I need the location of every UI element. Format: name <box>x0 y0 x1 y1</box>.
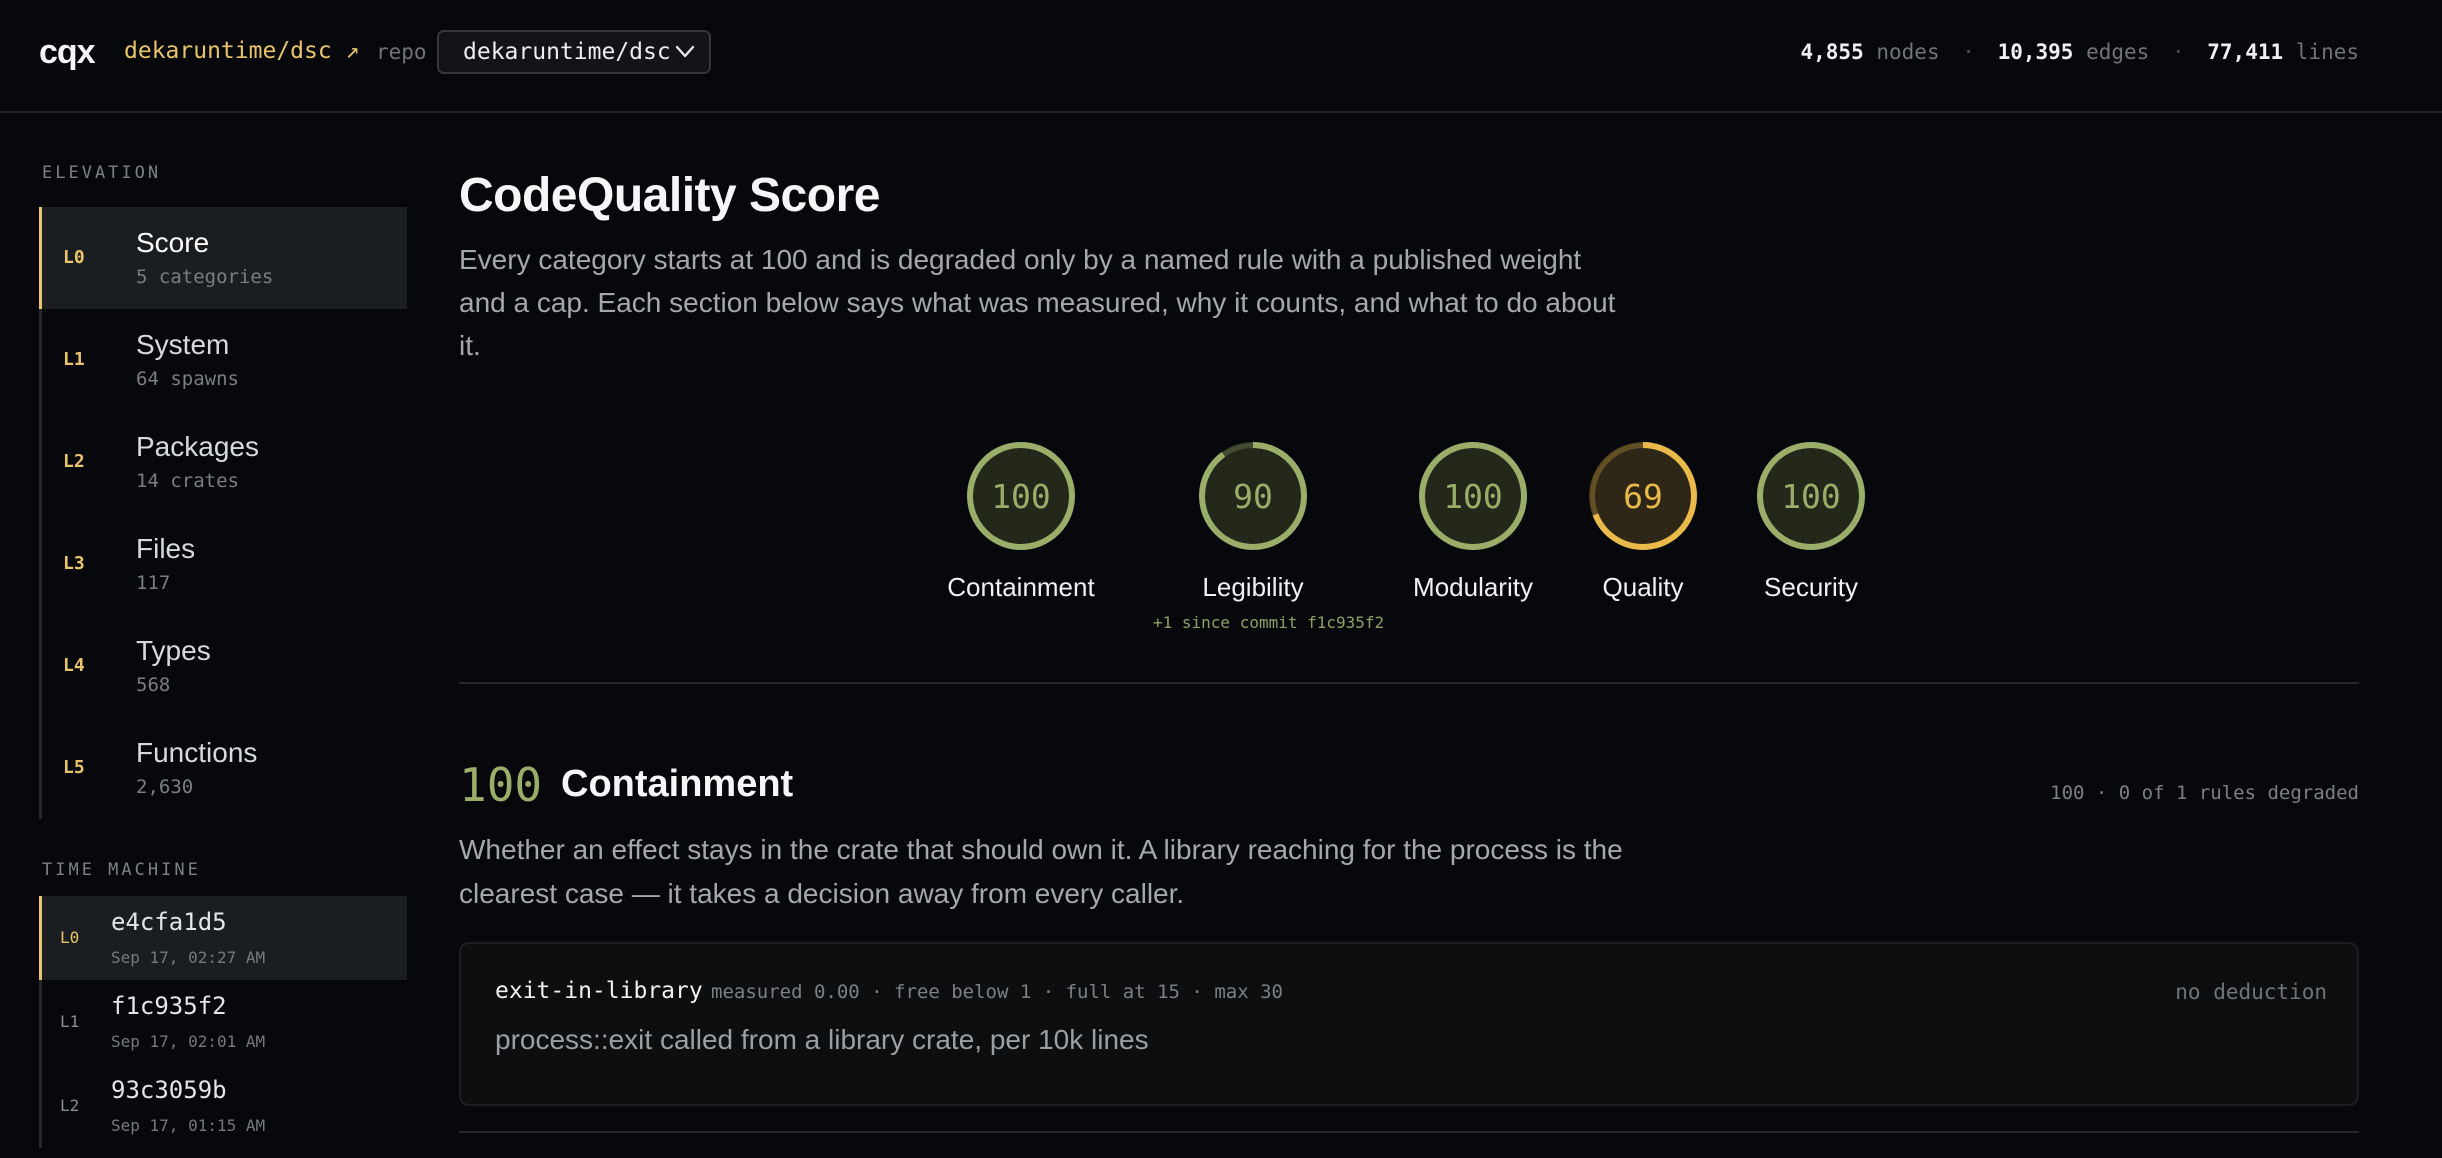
elevation-level: L5 <box>63 757 85 778</box>
chevron-down-icon <box>675 45 695 58</box>
time-machine-heading: TIME MACHINE <box>42 860 201 880</box>
page-title: CodeQuality Score <box>459 169 880 222</box>
elevation-item-system[interactable]: L1 System 64 spawns <box>39 309 407 411</box>
section-score: 100 <box>459 758 543 812</box>
elevation-name: System <box>136 329 230 360</box>
elevation-item-functions[interactable]: L5 Functions 2,630 <box>39 717 407 819</box>
score-ring: 100 <box>1419 442 1527 550</box>
elevation-item-files[interactable]: L3 Files 117 <box>39 513 407 615</box>
elevation-sub: 5 categories <box>136 266 274 288</box>
elevation-level: L2 <box>63 451 85 472</box>
app-logo[interactable]: cqx <box>39 33 96 72</box>
rule-description: process::exit called from a library crat… <box>495 1024 1149 1055</box>
commit-hash: f1c935f2 <box>111 992 227 1020</box>
commit-hash: 93c3059b <box>111 1076 227 1104</box>
lines-count: 77,411 <box>2207 40 2284 64</box>
elevation-sub: 64 spawns <box>136 368 239 390</box>
divider <box>459 1131 2359 1133</box>
elevation-name: Files <box>136 533 196 564</box>
time-machine-list: L0 e4cfa1d5 Sep 17, 02:27 AM L1 f1c935f2… <box>39 896 407 1148</box>
gauge-score: 69 <box>1623 477 1663 516</box>
gauge-label: Security <box>1764 572 1858 602</box>
gauge-change-note: +1 since commit f1c935f2 <box>1153 613 1385 632</box>
elevation-item-score[interactable]: L0 Score 5 categories <box>39 207 407 309</box>
elevation-name: Types <box>136 635 211 666</box>
score-ring: 90 <box>1199 442 1307 550</box>
section-rule-summary: 100 · 0 of 1 rules degraded <box>2050 782 2359 804</box>
elevation-level: L4 <box>63 655 85 676</box>
divider <box>459 682 2359 684</box>
gauge-legibility[interactable]: 90 Legibility +1 since commit f1c935f2 <box>1153 438 1385 632</box>
commit-level: L0 <box>60 928 80 947</box>
section-description: Whether an effect stays in the crate tha… <box>459 834 1623 909</box>
gauge-security[interactable]: 100 Security <box>1711 438 1911 603</box>
stats-separator: · <box>1962 40 1975 64</box>
repo-select-value: dekaruntime/dsc <box>463 39 671 65</box>
rule-status: no deduction <box>2175 980 2327 1004</box>
score-ring: 100 <box>967 442 1075 550</box>
commit-hash: e4cfa1d5 <box>111 908 227 936</box>
nodes-label: nodes <box>1876 40 1940 64</box>
commit-time: Sep 17, 02:27 AM <box>111 948 266 967</box>
commit-item[interactable]: L0 e4cfa1d5 Sep 17, 02:27 AM <box>39 896 407 980</box>
commit-level: L2 <box>60 1096 80 1115</box>
edges-label: edges <box>2086 40 2150 64</box>
gauge-score: 90 <box>1233 477 1273 516</box>
edges-count: 10,395 <box>1997 40 2074 64</box>
gauge-score: 100 <box>1781 477 1841 516</box>
elevation-item-packages[interactable]: L2 Packages 14 crates <box>39 411 407 513</box>
elevation-sub: 2,630 <box>136 776 194 798</box>
elevation-list: L0 Score 5 categories L1 System 64 spawn… <box>39 207 407 819</box>
commit-level: L1 <box>60 1012 80 1031</box>
rule-name: exit-in-library <box>495 978 703 1004</box>
elevation-level: L1 <box>63 349 85 370</box>
nodes-count: 4,855 <box>1800 40 1864 64</box>
rule-params: measured 0.00 · free below 1 · full at 1… <box>711 981 1283 1003</box>
page-description: Every category starts at 100 and is degr… <box>459 244 1616 361</box>
elevation-heading: ELEVATION <box>42 163 162 183</box>
commit-time: Sep 17, 02:01 AM <box>111 1032 266 1051</box>
elevation-name: Packages <box>136 431 259 462</box>
elevation-level: L3 <box>63 553 85 574</box>
gauge-score: 100 <box>1443 477 1503 516</box>
gauge-label: Containment <box>947 572 1095 602</box>
top-bar: cqx dekaruntime/dsc ↗ repo dekaruntime/d… <box>0 0 2442 113</box>
commit-item[interactable]: L2 93c3059b Sep 17, 01:15 AM <box>39 1064 407 1148</box>
repo-select[interactable]: dekaruntime/dsc <box>437 30 711 74</box>
repo-external-link[interactable]: dekaruntime/dsc ↗ <box>124 38 359 64</box>
rule-card[interactable]: exit-in-library measured 0.00 · free bel… <box>459 942 2359 1106</box>
score-ring: 100 <box>1757 442 1865 550</box>
elevation-sub: 117 <box>136 572 171 594</box>
elevation-name: Functions <box>136 737 258 768</box>
gauge-containment[interactable]: 100 Containment <box>921 438 1121 603</box>
repo-label: repo <box>376 40 427 64</box>
elevation-name: Score <box>136 227 210 258</box>
elevation-item-types[interactable]: L4 Types 568 <box>39 615 407 717</box>
repo-stats: 4,855 nodes · 10,395 edges · 77,411 line… <box>1801 40 2360 64</box>
commit-time: Sep 17, 01:15 AM <box>111 1116 266 1135</box>
section-title: Containment <box>561 763 794 805</box>
elevation-level: L0 <box>63 247 85 268</box>
gauge-score: 100 <box>991 477 1051 516</box>
lines-label: lines <box>2295 40 2359 64</box>
elevation-sub: 568 <box>136 674 171 696</box>
score-ring: 69 <box>1589 442 1697 550</box>
stats-separator: · <box>2171 40 2185 64</box>
gauge-label: Legibility <box>1202 572 1304 602</box>
commit-item[interactable]: L1 f1c935f2 Sep 17, 02:01 AM <box>39 980 407 1064</box>
elevation-sub: 14 crates <box>136 470 239 492</box>
